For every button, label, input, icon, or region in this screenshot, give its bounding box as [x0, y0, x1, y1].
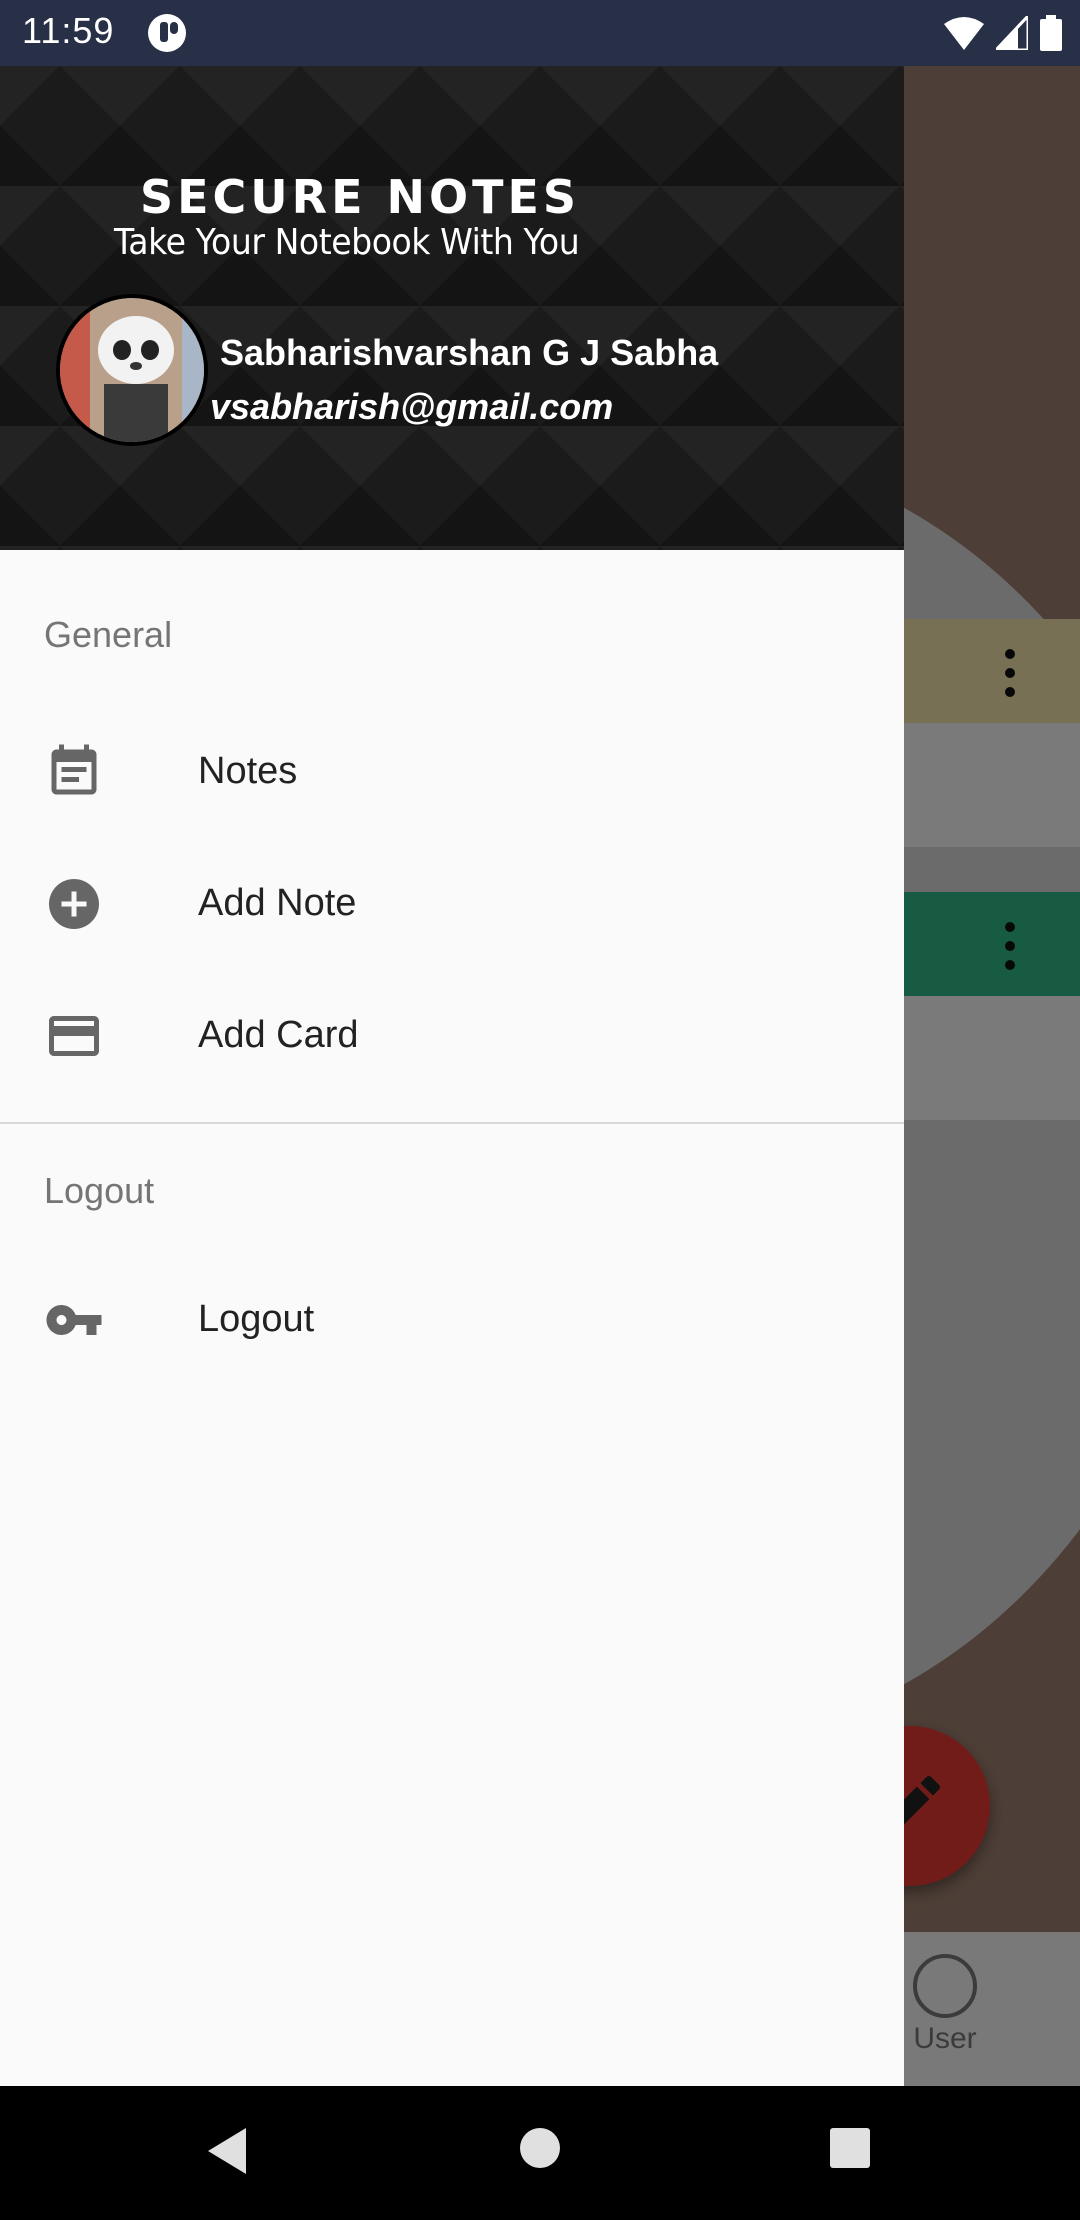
wifi-icon: [944, 17, 984, 50]
navigation-drawer: SECURE NOTES Take Your Notebook With You…: [0, 66, 904, 2086]
section-label-general: General: [44, 614, 173, 655]
back-icon[interactable]: [204, 2126, 250, 2176]
section-label-logout: Logout: [44, 1170, 155, 1211]
notification-app-icon: [148, 14, 186, 52]
status-time: 11:59: [22, 10, 115, 51]
menu-item-add-note[interactable]: Add Note: [0, 840, 904, 968]
battery-icon: [1040, 15, 1062, 51]
home-icon[interactable]: [518, 2126, 562, 2170]
menu-item-label: Add Card: [198, 1014, 359, 1056]
user-name: Sabharishvarshan G J Sabha: [220, 332, 719, 373]
recents-icon[interactable]: [828, 2126, 872, 2170]
notes-icon: [51, 744, 97, 795]
avatar[interactable]: [56, 294, 208, 446]
drawer-header: SECURE NOTES Take Your Notebook With You…: [0, 66, 904, 550]
menu-item-label: Notes: [198, 750, 298, 792]
app-title: SECURE NOTES: [140, 170, 581, 224]
add-circle-icon: [49, 879, 99, 929]
status-icons: [944, 14, 1062, 52]
credit-card-icon: [49, 1016, 99, 1056]
menu-item-add-card[interactable]: Add Card: [0, 972, 904, 1100]
system-nav-bar: [0, 2086, 1080, 2220]
key-icon: [46, 1305, 102, 1335]
status-bar: 11:59: [0, 0, 1080, 66]
menu-item-logout[interactable]: Logout: [0, 1256, 904, 1384]
user-email: vsabharish@gmail.com: [210, 386, 614, 427]
menu-item-label: Add Note: [198, 882, 357, 924]
menu-item-label: Logout: [198, 1298, 315, 1340]
cellular-signal-icon: [996, 16, 1028, 50]
menu-item-notes[interactable]: Notes: [0, 708, 904, 836]
menu-divider: [0, 1122, 904, 1124]
app-tagline: Take Your Notebook With You: [114, 222, 580, 263]
